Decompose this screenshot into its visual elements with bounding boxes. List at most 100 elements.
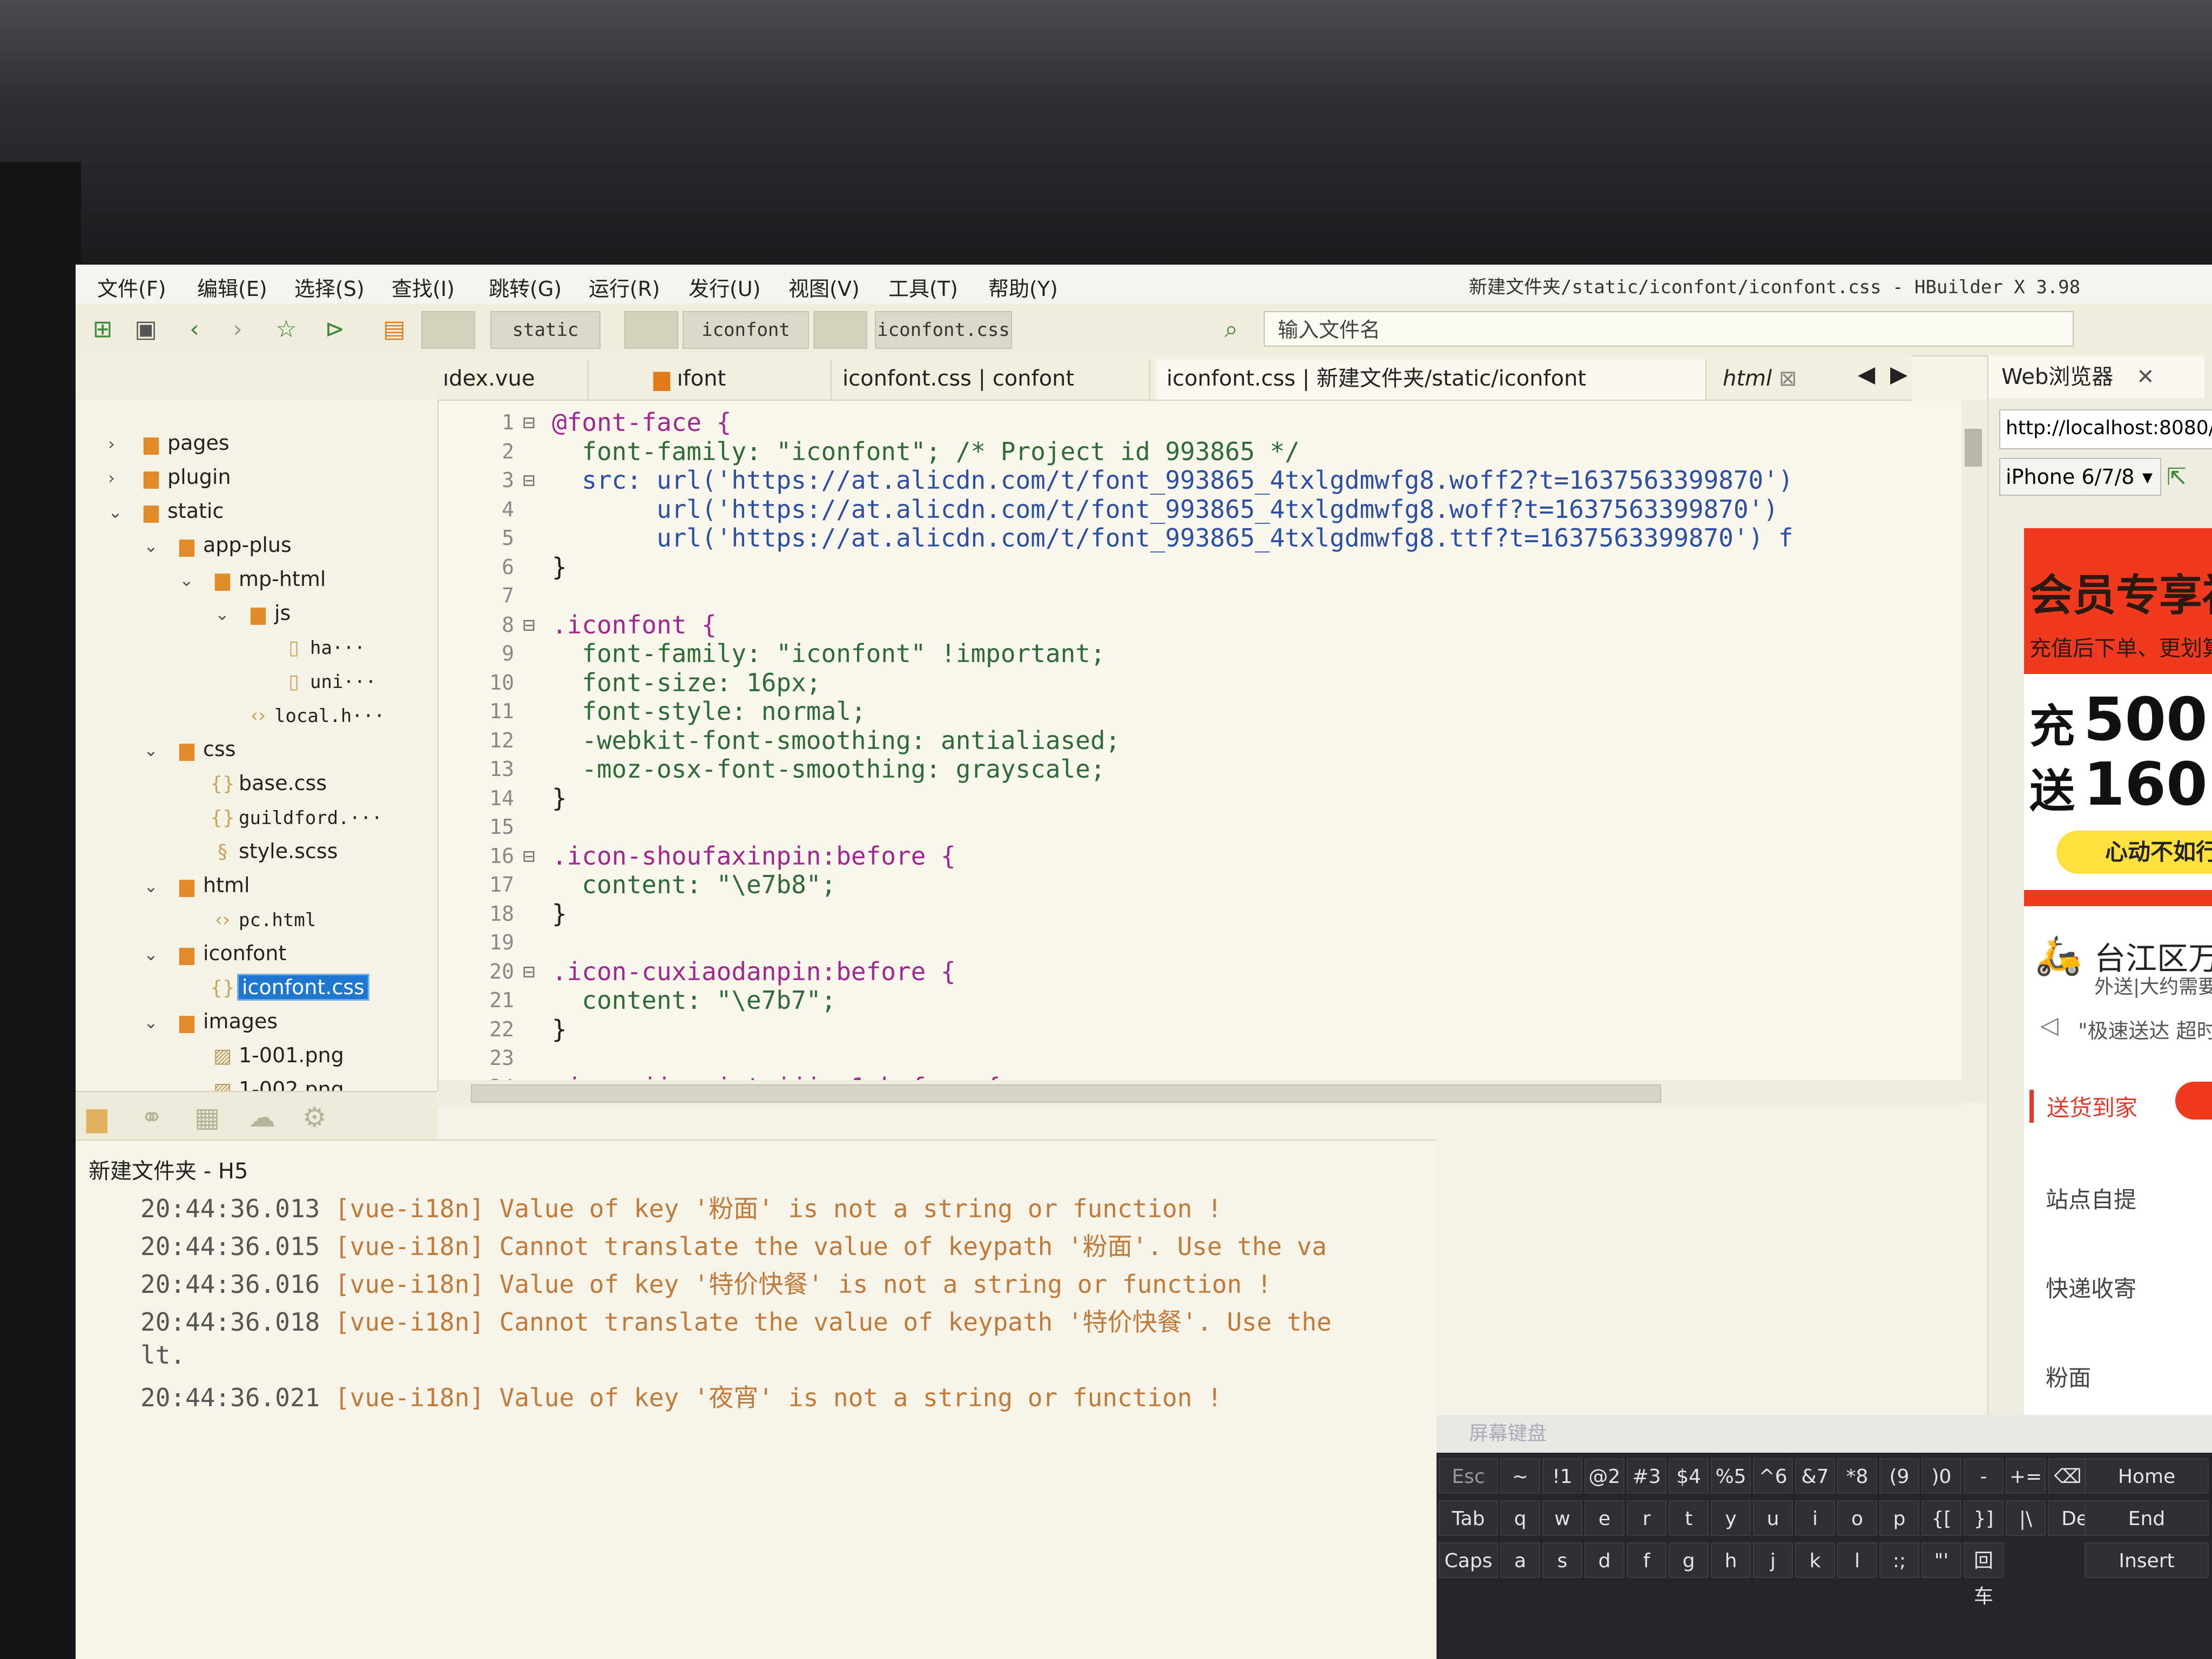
- tree-item[interactable]: ‹› local.h···: [215, 700, 385, 730]
- chevron-right-icon[interactable]: ›: [108, 429, 135, 459]
- keyboard-key[interactable]: t: [1669, 1500, 1709, 1536]
- keyboard-key[interactable]: h: [1711, 1542, 1751, 1578]
- tab-index-vue[interactable]: ıdex.vue: [432, 360, 589, 400]
- new-file-icon[interactable]: ⊞: [86, 313, 119, 346]
- keyboard-key[interactable]: "': [1921, 1542, 1961, 1578]
- chevron-down-icon[interactable]: ⌄: [144, 531, 171, 561]
- tree-item[interactable]: ▯ uni···: [251, 666, 376, 696]
- keyboard-key[interactable]: Tab: [1439, 1500, 1498, 1536]
- menu-item[interactable]: 工具(T): [888, 272, 958, 302]
- keyboard-key[interactable]: q: [1500, 1500, 1540, 1536]
- tree-item[interactable]: ▯ ha···: [251, 632, 365, 662]
- menu-item[interactable]: 视图(V): [788, 272, 860, 302]
- close-icon[interactable]: ✕: [2136, 365, 2155, 389]
- editor-horizontal-scrollbar[interactable]: [439, 1080, 1961, 1107]
- tree-item[interactable]: ⌄ ▆ html: [144, 870, 250, 900]
- tree-item[interactable]: ⌄ ▆ iconfont: [144, 938, 286, 968]
- file-search-input[interactable]: 输入文件名: [1264, 311, 2074, 347]
- tree-item[interactable]: › ▆ plugin: [108, 462, 231, 492]
- menu-item[interactable]: 帮助(Y): [988, 272, 1058, 302]
- tab-scroll-left-icon[interactable]: ◀: [1858, 361, 1879, 393]
- tree-item[interactable]: › ▆ pages: [108, 428, 230, 458]
- keyboard-key[interactable]: j: [1753, 1542, 1793, 1578]
- folder-icon[interactable]: ▆: [86, 1102, 107, 1133]
- keyboard-key[interactable]: {[: [1921, 1500, 1961, 1536]
- keyboard-key[interactable]: Esc: [1439, 1458, 1498, 1494]
- folder-root-icon[interactable]: ▤: [378, 313, 410, 346]
- link-icon[interactable]: ⚭: [140, 1102, 163, 1133]
- keyboard-key[interactable]: i: [1795, 1500, 1835, 1536]
- keyboard-key[interactable]: |\: [2006, 1500, 2046, 1536]
- tree-item[interactable]: {} base.css: [179, 768, 327, 798]
- nav-item-express[interactable]: 快递收寄: [2046, 1271, 2136, 1304]
- tree-item[interactable]: ⌄ ▆ images: [144, 1006, 278, 1036]
- keyboard-key[interactable]: 回车: [1964, 1542, 2004, 1608]
- tab-iconfont[interactable]: ▆ ıfont: [643, 360, 832, 400]
- keyboard-key[interactable]: u: [1753, 1500, 1793, 1536]
- keyboard-key[interactable]: )0: [1921, 1458, 1961, 1494]
- keyboard-key[interactable]: a: [1500, 1542, 1540, 1578]
- tree-item[interactable]: ⌄ ▆ static: [108, 496, 224, 526]
- settings-icon[interactable]: ⚙: [302, 1102, 327, 1133]
- tab-iconfont-css-active[interactable]: iconfont.css | 新建文件夹/static/iconfont: [1156, 360, 1707, 400]
- keyboard-key[interactable]: ⌫: [2048, 1458, 2088, 1494]
- keyboard-key[interactable]: #3: [1627, 1458, 1667, 1494]
- back-icon[interactable]: ‹: [178, 313, 211, 346]
- chevron-down-icon[interactable]: ⌄: [144, 871, 171, 901]
- nav-item-noodles[interactable]: 粉面: [2046, 1360, 2091, 1393]
- tree-item[interactable]: ⌄ ▆ js: [215, 598, 291, 628]
- keyboard-key[interactable]: :;: [1879, 1542, 1919, 1578]
- tree-item[interactable]: {} iconfont.css: [179, 972, 369, 1002]
- keyboard-key[interactable]: d: [1584, 1542, 1624, 1578]
- keyboard-key[interactable]: Caps: [1439, 1542, 1498, 1578]
- keyboard-key[interactable]: -: [1964, 1458, 2004, 1494]
- chevron-down-icon[interactable]: ⌄: [144, 735, 171, 765]
- keyboard-key[interactable]: f: [1627, 1542, 1667, 1578]
- chevron-down-icon[interactable]: ⌄: [179, 565, 206, 595]
- menu-item[interactable]: 选择(S): [294, 272, 365, 302]
- editor-vertical-scrollbar[interactable]: [1961, 401, 1985, 1103]
- breadcrumb-iconfont[interactable]: iconfont: [683, 311, 809, 349]
- tree-item[interactable]: ⌄ ▆ css: [144, 734, 236, 764]
- tree-item[interactable]: § style.scss: [179, 836, 338, 866]
- keyboard-key[interactable]: ^6: [1753, 1458, 1793, 1494]
- find-file-icon[interactable]: ⌕: [1215, 313, 1247, 346]
- chevron-right-icon[interactable]: ›: [108, 463, 135, 493]
- menu-item[interactable]: 发行(U): [689, 272, 760, 302]
- chevron-down-icon[interactable]: ⌄: [144, 939, 171, 969]
- breadcrumb-iconfont-css[interactable]: iconfont.css: [875, 311, 1012, 349]
- menu-item[interactable]: 文件(F): [97, 272, 166, 302]
- keyboard-key[interactable]: k: [1795, 1542, 1835, 1578]
- keyboard-key[interactable]: r: [1627, 1500, 1667, 1536]
- keyboard-key[interactable]: $4: [1669, 1458, 1709, 1494]
- keyboard-key[interactable]: %5: [1711, 1458, 1751, 1494]
- breadcrumb-static[interactable]: static: [490, 311, 601, 349]
- keyboard-key[interactable]: Home: [2085, 1458, 2209, 1494]
- keyboard-key[interactable]: @2: [1584, 1458, 1624, 1494]
- popout-icon[interactable]: ⇱: [2167, 463, 2187, 491]
- menu-item[interactable]: 查找(I): [392, 272, 455, 302]
- keyboard-key[interactable]: p: [1879, 1500, 1919, 1536]
- keyboard-key[interactable]: l: [1837, 1542, 1877, 1578]
- keyboard-key[interactable]: s: [1542, 1542, 1582, 1578]
- keyboard-key[interactable]: w: [1542, 1500, 1582, 1536]
- keyboard-key[interactable]: End: [2085, 1500, 2209, 1536]
- chevron-down-icon[interactable]: ⌄: [144, 1007, 171, 1037]
- menu-item[interactable]: 编辑(E): [197, 272, 267, 302]
- forward-icon[interactable]: ›: [221, 313, 254, 346]
- tree-item[interactable]: {} guildford.···: [179, 802, 382, 832]
- tree-item[interactable]: ‹› pc.html: [179, 904, 316, 934]
- keyboard-key[interactable]: o: [1837, 1500, 1877, 1536]
- preview-url-input[interactable]: http://localhost:8080/pages: [1999, 409, 2212, 449]
- star-icon[interactable]: ☆: [270, 313, 302, 346]
- tree-item[interactable]: ▨ 1-001.png: [179, 1040, 344, 1070]
- keyboard-key[interactable]: Insert: [2085, 1542, 2209, 1578]
- menu-item[interactable]: 运行(R): [589, 272, 660, 302]
- promo-banner[interactable]: 会员专享福利 充值后下单、更划算 充 500 送 160 心动不如行动: [2024, 528, 2212, 906]
- grid-icon[interactable]: ▦: [194, 1102, 220, 1133]
- run-icon[interactable]: ⊳: [319, 313, 351, 346]
- cloud-icon[interactable]: ☁: [248, 1102, 275, 1133]
- device-select[interactable]: iPhone 6/7/8 ▾: [1999, 458, 2161, 496]
- tab-iconfont-css-confont[interactable]: iconfont.css | confont: [832, 360, 1150, 400]
- tab-html[interactable]: html ⊠: [1712, 360, 1842, 400]
